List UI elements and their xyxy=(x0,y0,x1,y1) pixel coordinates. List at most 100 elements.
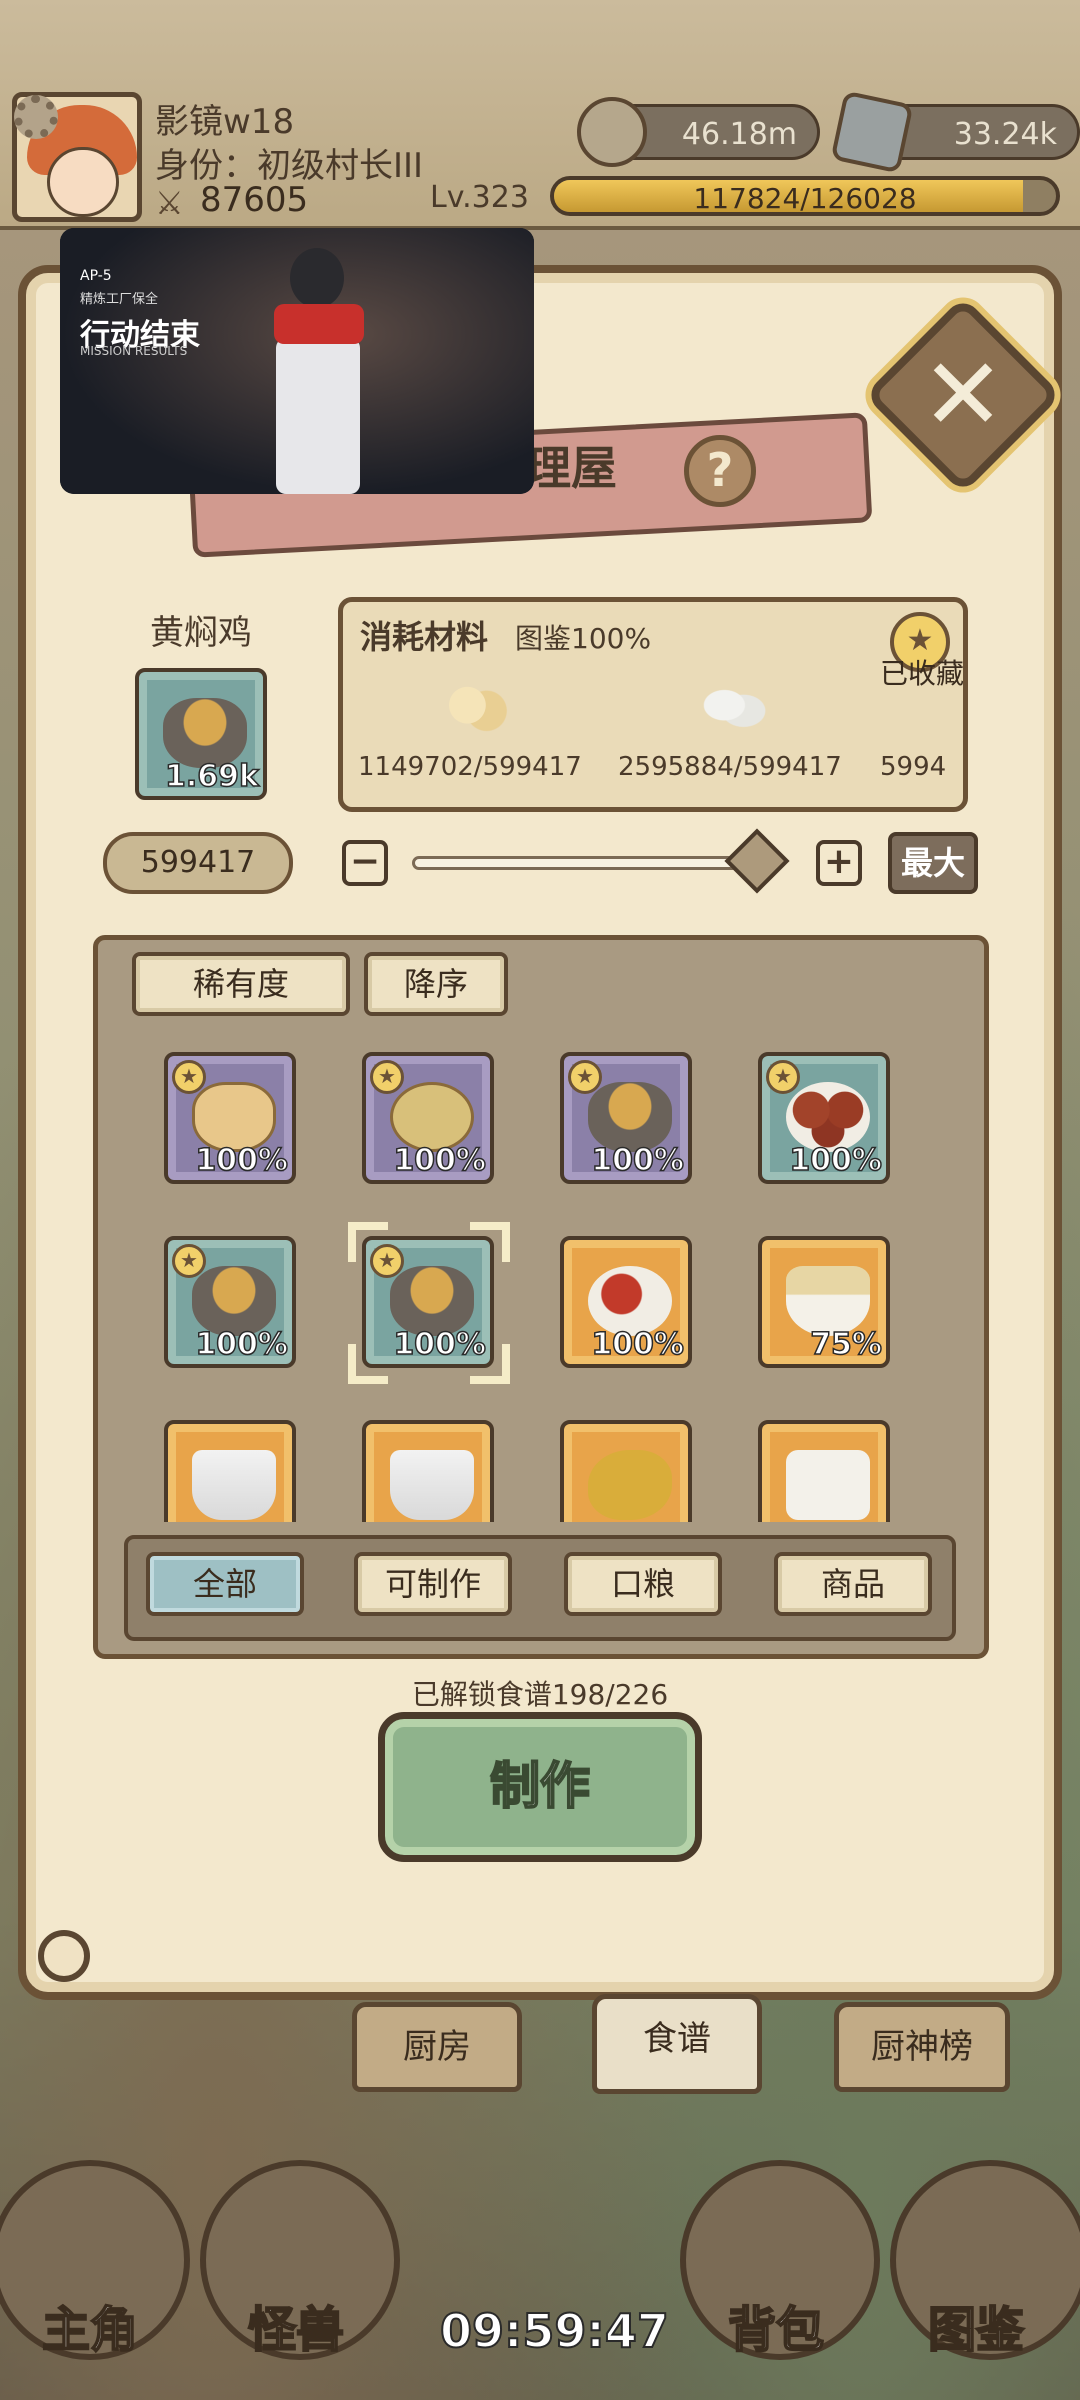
pull-handle-icon[interactable] xyxy=(38,1930,90,1982)
braised-chicken-icon xyxy=(163,698,247,768)
player-power: 87605 xyxy=(200,180,309,220)
frame-corner xyxy=(348,1344,388,1384)
nav-monster-label: 怪兽 xyxy=(247,2301,345,2359)
filter-all-tab[interactable]: 全部 xyxy=(146,1552,304,1616)
tab-recipe[interactable]: 食谱 xyxy=(592,1994,762,2094)
stone-value: 33.24k xyxy=(953,117,1057,152)
material-amount-egg: 2595884/599417 xyxy=(618,752,842,782)
help-button[interactable]: ? xyxy=(684,435,756,507)
character-body xyxy=(276,338,360,494)
recipe-mastery-percent: 100% xyxy=(591,1326,685,1363)
star-icon: ★ xyxy=(172,1060,206,1094)
exp-text: 117824/126028 xyxy=(693,182,917,215)
tomato-dish-icon xyxy=(588,1266,672,1336)
pot-dish-icon xyxy=(588,1082,672,1152)
character-illustration xyxy=(260,248,370,494)
nav-codex-label: 图鉴 xyxy=(927,2301,1025,2359)
material-amount-flour: 1149702/599417 xyxy=(358,752,582,782)
recipe-slot[interactable]: ★ 100% xyxy=(758,1052,890,1184)
coin-value: 46.18m xyxy=(681,117,797,152)
sort-order-button[interactable]: 降序 xyxy=(364,952,508,1016)
panel-title: 理屋 xyxy=(525,441,617,495)
increase-button[interactable]: + xyxy=(816,840,862,886)
player-level: Lv.323 xyxy=(430,180,529,215)
frame-corner xyxy=(348,1222,388,1262)
cup-dish-icon xyxy=(786,1450,870,1520)
frame-corner xyxy=(470,1344,510,1384)
flour-icon xyxy=(445,680,509,736)
recipe-slot[interactable]: 100% xyxy=(560,1236,692,1368)
decrease-button[interactable]: − xyxy=(342,840,388,886)
star-icon: ★ xyxy=(568,1060,602,1094)
recipe-slot[interactable] xyxy=(560,1420,692,1522)
star-icon: ★ xyxy=(766,1060,800,1094)
favorite-label: 已收藏 xyxy=(880,657,965,690)
recipe-mastery-percent: 100% xyxy=(591,1142,685,1179)
selected-dish-slot[interactable]: 1.69k xyxy=(135,668,267,800)
recipe-grid[interactable]: ★ 100% ★ 100% ★ 100% ★ 100% ★ 100% ★ 100% 100% 75% xyxy=(100,1040,980,1522)
video-overlay[interactable]: AP-5 精炼工厂保全 行动结束 MISSION RESULTS xyxy=(60,228,534,494)
craft-quantity: 599417 xyxy=(103,832,293,894)
filter-craftable-tab[interactable]: 可制作 xyxy=(354,1552,512,1616)
drink-dish-icon xyxy=(390,1450,474,1520)
stage-code: AP-5 xyxy=(80,268,112,284)
recipe-slot[interactable]: ★ 100% xyxy=(164,1052,296,1184)
make-button[interactable]: 制作 xyxy=(378,1712,702,1862)
unlocked-recipes-count: 已解锁食谱198/226 xyxy=(411,1678,669,1711)
character-scarf xyxy=(274,304,364,344)
recipe-slot[interactable]: 75% xyxy=(758,1236,890,1368)
sword-icon: ⚔ xyxy=(155,184,184,222)
stage-name: 精炼工厂保全 xyxy=(80,292,159,307)
stone-counter[interactable]: 33.24k xyxy=(830,90,1080,174)
gear-icon[interactable] xyxy=(14,95,58,139)
recipe-slot[interactable]: ★ 100% xyxy=(164,1236,296,1368)
coin-icon xyxy=(577,97,647,167)
sort-rarity-button[interactable]: 稀有度 xyxy=(132,952,350,1016)
coin-counter[interactable]: 46.18m xyxy=(577,97,820,167)
character-head xyxy=(290,248,344,308)
selected-dish-name: 黄焖鸡 xyxy=(150,613,252,653)
materials-title: 消耗材料 xyxy=(360,618,489,656)
drink-dish-icon xyxy=(192,1450,276,1520)
nav-hero-label: 主角 xyxy=(41,2301,139,2359)
recipe-slot[interactable]: ★ 100% xyxy=(362,1052,494,1184)
nav-bag-label: 背包 xyxy=(727,2301,825,2359)
tab-chef-ranking[interactable]: 厨神榜 xyxy=(834,2002,1010,2092)
meat-dish-icon xyxy=(786,1082,870,1152)
player-name: 影镜w18 xyxy=(155,102,295,142)
max-button[interactable]: 最大 xyxy=(888,832,978,894)
selection-frame xyxy=(348,1222,510,1384)
recipe-mastery-percent: 100% xyxy=(195,1142,289,1179)
codex-progress: 图鉴100% xyxy=(515,622,652,655)
chicken-dish-icon xyxy=(588,1450,672,1520)
frame-corner xyxy=(470,1222,510,1262)
quantity-slider[interactable] xyxy=(412,856,752,870)
recipe-slot[interactable] xyxy=(758,1420,890,1522)
stone-icon xyxy=(830,90,914,174)
recipe-slot[interactable] xyxy=(362,1420,494,1522)
star-icon: ★ xyxy=(172,1244,206,1278)
mission-results-label: MISSION RESULTS xyxy=(80,344,188,358)
recipe-slot[interactable]: ★ 100% xyxy=(560,1052,692,1184)
bread-dish-icon xyxy=(192,1082,276,1152)
pancake-dish-icon xyxy=(390,1082,474,1152)
bowl-dish-icon xyxy=(786,1266,870,1336)
top-hud: 影镜w18 身份：初级村长III ⚔ 87605 Lv.323 117824/1… xyxy=(0,0,1080,230)
avatar-face xyxy=(47,147,119,217)
filter-ration-tab[interactable]: 口粮 xyxy=(564,1552,722,1616)
egg-icon xyxy=(702,680,766,736)
tab-kitchen[interactable]: 厨房 xyxy=(352,2002,522,2092)
recipe-mastery-percent: 100% xyxy=(789,1142,883,1179)
pot-dish-icon xyxy=(192,1266,276,1336)
clock: 09:59:47 xyxy=(439,2303,670,2359)
exp-bar: 117824/126028 xyxy=(550,176,1060,216)
recipe-mastery-percent: 100% xyxy=(393,1142,487,1179)
recipe-mastery-percent: 75% xyxy=(809,1326,882,1363)
close-icon[interactable]: ✕ xyxy=(893,325,1033,465)
dish-owned-count: 1.69k xyxy=(164,758,259,795)
recipe-mastery-percent: 100% xyxy=(195,1326,289,1363)
filter-goods-tab[interactable]: 商品 xyxy=(774,1552,932,1616)
star-icon: ★ xyxy=(370,1060,404,1094)
material-amount-third: 5994 xyxy=(880,752,947,782)
recipe-slot[interactable] xyxy=(164,1420,296,1522)
